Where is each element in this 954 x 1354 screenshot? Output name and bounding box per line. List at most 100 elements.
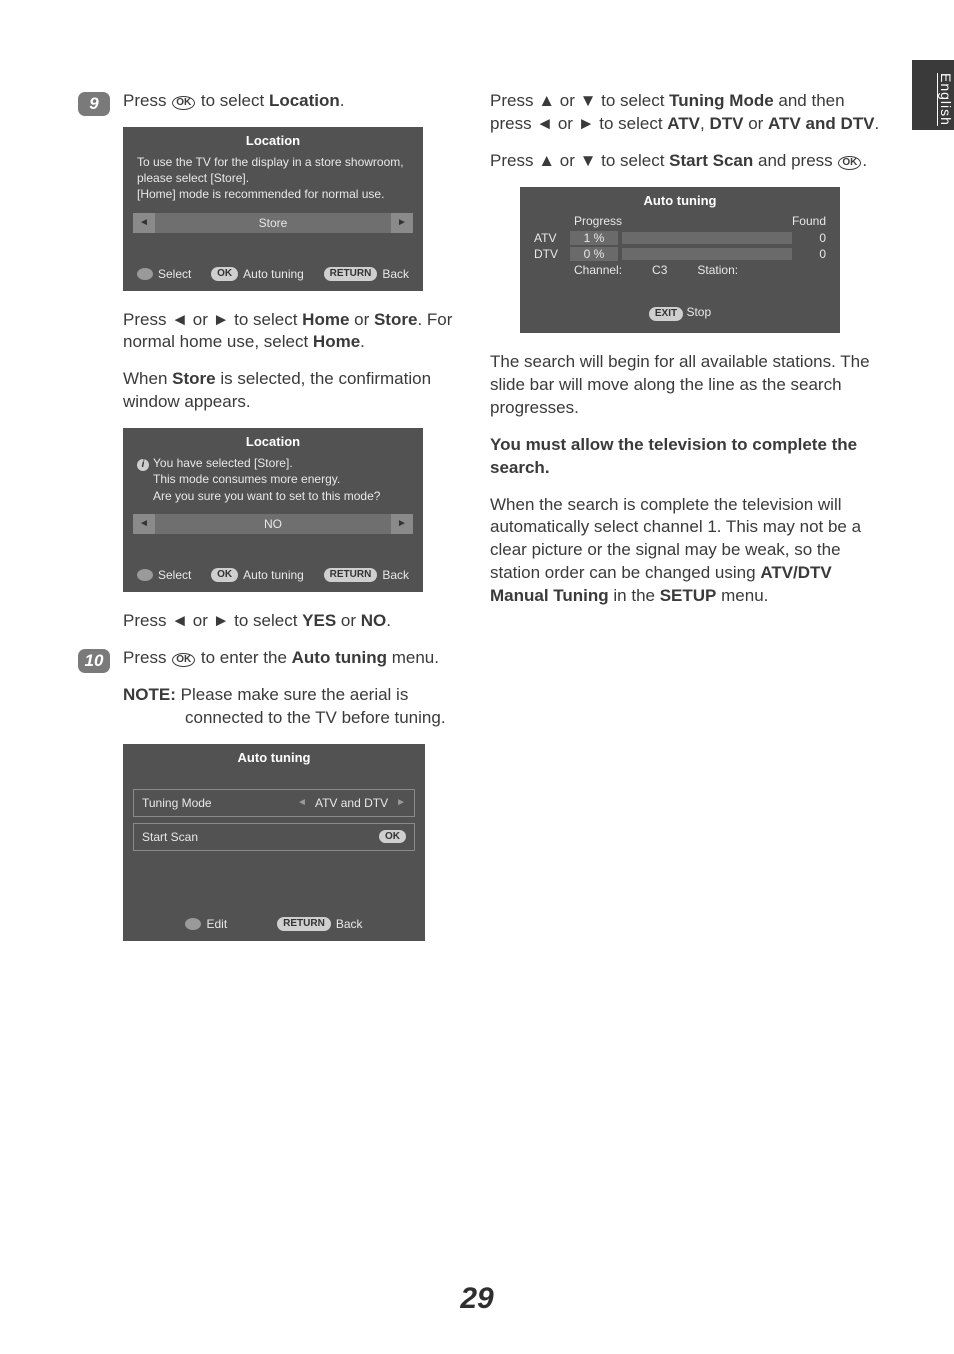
left-arrow-icon: ◄	[171, 310, 188, 329]
t: To use the TV for the display in a store…	[137, 155, 404, 185]
t: menu.	[387, 648, 439, 667]
down-arrow-icon: ▼	[580, 91, 597, 110]
t: You have selected [Store].	[153, 456, 293, 470]
t: Are you sure you want to set to this mod…	[153, 489, 380, 503]
t: to select	[596, 151, 669, 170]
right-arrow-icon[interactable]: ►	[391, 213, 413, 233]
return-pill: RETURN	[277, 917, 331, 931]
osd-select-value: NO	[264, 517, 282, 531]
t: or	[188, 310, 213, 329]
right-block: Press ▲ or ▼ to select Tuning Mode and t…	[490, 90, 885, 608]
osd-title: Location	[123, 428, 423, 453]
osd-auto-tuning-settings: Auto tuning Tuning Mode ◄ ATV and DTV ► …	[123, 744, 425, 941]
down-arrow-icon: ▼	[580, 151, 597, 170]
ok-pill: OK	[211, 568, 238, 582]
auto-tuning-word: Auto tuning	[292, 648, 387, 667]
osd-footer: EXIT Stop	[520, 287, 840, 325]
t: Press	[490, 151, 538, 170]
t: or	[555, 151, 580, 170]
row-label: Tuning Mode	[142, 796, 212, 810]
dpad-icon	[137, 268, 153, 280]
tuning-mode-word: Tuning Mode	[669, 91, 774, 110]
store-word: Store	[374, 310, 417, 329]
atv-dtv-word: ATV and DTV	[768, 114, 874, 133]
t: in the	[609, 586, 660, 605]
dtv-bar	[622, 248, 792, 260]
dtv-label: DTV	[534, 247, 570, 261]
found-label: Found	[792, 214, 826, 228]
yes-word: YES	[302, 611, 336, 630]
t: to select	[229, 611, 302, 630]
exit-pill: EXIT	[649, 307, 683, 321]
t: or	[188, 611, 213, 630]
osd-title: Location	[123, 127, 423, 152]
t: Select	[158, 568, 191, 582]
left-arrow-icon[interactable]: ◄	[133, 514, 155, 534]
tuning-mode-row[interactable]: Tuning Mode ◄ ATV and DTV ►	[133, 789, 415, 817]
para-yes-no: Press ◄ or ► to select YES or NO.	[123, 610, 470, 633]
t: Auto tuning	[243, 568, 304, 582]
start-scan-row[interactable]: Start Scan OK	[133, 823, 415, 851]
step-badge-9: 9	[78, 92, 110, 116]
left-arrow-icon: ◄	[171, 611, 188, 630]
step9-text: Press OK to select Location.	[123, 90, 470, 113]
t: Press	[123, 310, 171, 329]
right-arrow-icon[interactable]: ►	[396, 797, 406, 808]
osd-select-row[interactable]: ◄ NO ►	[133, 514, 413, 534]
dpad-icon	[137, 569, 153, 581]
osd-select-row[interactable]: ◄ Store ►	[133, 213, 413, 233]
t: or	[555, 91, 580, 110]
row-label: Start Scan	[142, 830, 198, 844]
up-arrow-icon: ▲	[538, 151, 555, 170]
osd-footer: Edit RETURNBack	[123, 913, 425, 933]
t: menu.	[716, 586, 768, 605]
t: or	[553, 114, 578, 133]
ok-icon: OK	[172, 96, 195, 110]
t: Auto tuning	[243, 267, 304, 281]
right-arrow-icon[interactable]: ►	[391, 514, 413, 534]
footer-ok: OKAuto tuning	[211, 267, 304, 281]
para-allow: You must allow the television to complet…	[490, 434, 885, 480]
t: Select	[158, 267, 191, 281]
left-arrow-icon[interactable]: ◄	[133, 213, 155, 233]
t: to select	[596, 91, 669, 110]
step10-text: Press OK to enter the Auto tuning menu.	[123, 647, 470, 670]
dtv-word: DTV	[709, 114, 743, 133]
home-word: Home	[313, 332, 360, 351]
footer-select: Select	[137, 267, 191, 281]
t: or	[743, 114, 768, 133]
return-pill: RETURN	[324, 267, 378, 281]
station-label: Station:	[697, 263, 738, 277]
return-pill: RETURN	[324, 568, 378, 582]
right-arrow-icon: ►	[578, 114, 595, 133]
t: and press	[753, 151, 837, 170]
footer-return: RETURNBack	[277, 917, 362, 931]
footer-ok: OK Auto tuning	[211, 568, 304, 582]
osd-title: Auto tuning	[123, 744, 425, 769]
dpad-icon	[185, 918, 201, 930]
para-complete: When the search is complete the televisi…	[490, 494, 885, 609]
t: Press	[123, 648, 171, 667]
stop-label: Stop	[686, 305, 711, 319]
osd-location: Location To use the TV for the display i…	[123, 127, 423, 291]
ok-button[interactable]: OK	[379, 830, 406, 843]
step-9: 9 Press OK to select Location. Location …	[123, 90, 470, 633]
t: Press	[123, 611, 171, 630]
t: Press	[490, 91, 538, 110]
para-search: The search will begin for all available …	[490, 351, 885, 420]
no-word: NO	[361, 611, 387, 630]
footer-return: RETURNBack	[324, 267, 409, 281]
info-icon: i	[137, 459, 149, 471]
channel-value: C3	[652, 263, 667, 277]
left-arrow-icon[interactable]: ◄	[297, 797, 307, 808]
up-arrow-icon: ▲	[538, 91, 555, 110]
t: .	[340, 91, 345, 110]
atv-percent: 1 %	[570, 231, 618, 245]
atv-bar	[622, 232, 792, 244]
para-tuning-mode: Press ▲ or ▼ to select Tuning Mode and t…	[490, 90, 885, 136]
progress-header: Progress Found	[520, 212, 840, 230]
t: [Home] mode is recommended for normal us…	[137, 187, 384, 201]
row-value: ◄ ATV and DTV ►	[297, 796, 406, 810]
atv-word: ATV	[667, 114, 700, 133]
note: NOTE: Please make sure the aerial is con…	[123, 684, 470, 730]
